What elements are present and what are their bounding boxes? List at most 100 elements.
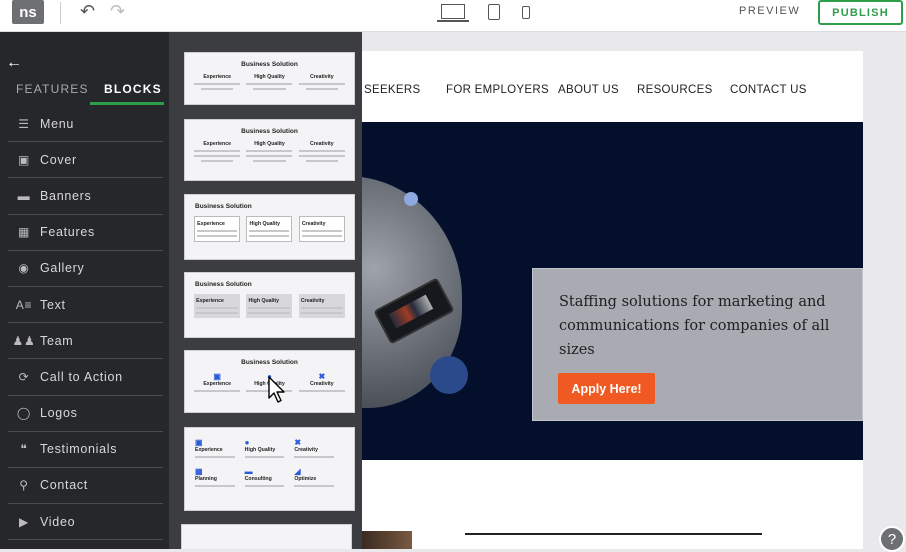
thumb-col: High Quality — [246, 74, 293, 90]
features-grid-icon: ▦ — [17, 225, 31, 240]
help-button[interactable]: ? — [879, 526, 905, 552]
block-thumbnail[interactable] — [181, 524, 352, 549]
block-thumbnail[interactable]: Business Solution Experience High Qualit… — [184, 119, 355, 181]
block-thumbnail[interactable]: Business Solution Experience High Qualit… — [184, 52, 355, 105]
thumb-col: Experience — [194, 74, 241, 90]
thumb-title: Business Solution — [241, 128, 298, 135]
briefcase-icon: ▣ — [213, 372, 221, 381]
thumb-col: Experience — [194, 141, 241, 162]
nav-link-about-us[interactable]: ABOUT US — [558, 84, 619, 96]
sidebar-item-label: Menu — [40, 116, 75, 131]
gear-icon: ● — [244, 438, 250, 447]
thumb-col: ✖ Creativity — [298, 372, 345, 392]
logos-icon: ◯ — [16, 406, 32, 421]
nav-link-for-employers[interactable]: FOR EMPLOYERS — [446, 84, 549, 96]
sidebar-item-testimonials[interactable]: ❝ Testimonials — [8, 432, 163, 468]
apply-button[interactable]: Apply Here! — [558, 373, 655, 404]
chart-icon: ◢ — [294, 467, 301, 476]
redo-icon[interactable]: ↷ — [110, 1, 125, 22]
tablet-view-icon[interactable] — [488, 4, 500, 20]
quote-icon: ❝ — [20, 442, 28, 457]
team-icon: ♟♟ — [12, 333, 36, 348]
tab-features[interactable]: FEATURES — [16, 82, 89, 96]
thumb-title: Business Solution — [241, 61, 298, 68]
sidebar-item-label: Features — [40, 225, 95, 240]
hero-section: Staffing solutions for marketing and com… — [362, 122, 863, 460]
block-category-list: ☰ Menu ▣ Cover ▬ Banners ▦ Features ◉ Gallery… — [8, 106, 163, 541]
briefcase-icon: ▣ — [195, 438, 203, 447]
sidebar-item-cover[interactable]: ▣ Cover — [8, 142, 163, 179]
nav-link-resources[interactable]: RESOURCES — [637, 84, 713, 96]
desktop-view-icon[interactable] — [437, 4, 469, 22]
block-thumbnail[interactable]: ▣ Experience ● High Quality ✖ Creativity ▦ P… — [184, 427, 355, 511]
video-icon: ▶ — [19, 514, 29, 529]
cta-icon: ⟳ — [18, 369, 30, 384]
active-tab-indicator — [90, 102, 164, 105]
thumb-grid-cell: ▣ Experience — [195, 438, 245, 458]
thumb-col: Creativity — [298, 141, 345, 162]
sidebar-item-label: Video — [40, 514, 76, 529]
thumb-title: Business Solution — [195, 203, 252, 210]
block-thumbnail[interactable]: Business Solution Experience High Qualit… — [184, 272, 355, 338]
mobile-view-icon[interactable] — [522, 6, 530, 19]
thumb-col: High Quality — [246, 294, 293, 318]
thumb-col: Experience — [194, 294, 241, 318]
sidebar-item-features[interactable]: ▦ Features — [8, 215, 163, 251]
tools-icon: ✖ — [318, 372, 326, 381]
thumb-grid-cell: ✖ Creativity — [294, 438, 344, 458]
calendar-icon: ▦ — [195, 467, 203, 476]
block-thumbnail[interactable]: Business Solution Experience High Qualit… — [184, 194, 355, 260]
sidebar-item-label: Gallery — [40, 261, 85, 276]
menu-icon: ☰ — [18, 116, 30, 131]
nav-link-seekers[interactable]: SEEKERS — [364, 84, 420, 96]
sidebar-item-menu[interactable]: ☰ Menu — [8, 106, 163, 143]
back-arrow-icon[interactable]: ← — [6, 54, 22, 72]
sidebar-item-text[interactable]: A≡ Text — [8, 287, 163, 324]
text-icon: A≡ — [15, 297, 33, 312]
mouse-cursor-icon — [268, 376, 285, 403]
tools-icon: ✖ — [294, 438, 302, 447]
nav-link-contact-us[interactable]: CONTACT US — [730, 84, 807, 96]
undo-icon[interactable]: ↶ — [80, 1, 95, 22]
banners-icon: ▬ — [17, 188, 31, 203]
decorative-circle — [430, 356, 468, 394]
sidebar-item-call-to-action[interactable]: ⟳ Call to Action — [8, 359, 163, 396]
publish-button[interactable]: PUBLISH — [818, 0, 903, 25]
location-pin-icon: ⚲ — [19, 478, 29, 493]
thumb-grid-cell: ◢ Optimize — [294, 467, 344, 487]
site-nav: SEEKERS FOR EMPLOYERS ABOUT US RESOURCES… — [362, 51, 863, 122]
thumb-grid-cell: ● High Quality — [244, 438, 295, 458]
sidebar-item-label: Banners — [40, 188, 92, 203]
thumb-col: Creativity — [298, 294, 345, 318]
page-canvas: SEEKERS FOR EMPLOYERS ABOUT US RESOURCES… — [362, 51, 863, 549]
chat-icon: ▬ — [244, 467, 253, 476]
preview-button[interactable]: PREVIEW — [739, 5, 800, 17]
sidebar-item-label: Team — [40, 333, 74, 348]
toolbar-divider — [60, 2, 61, 24]
thumb-col: High Quality — [246, 141, 293, 162]
sidebar-item-label: Call to Action — [40, 369, 123, 384]
sidebar-item-logos[interactable]: ◯ Logos — [8, 396, 163, 432]
blocks-sidebar: ← FEATURES BLOCKS ☰ Menu ▣ Cover ▬ Banners … — [0, 32, 169, 549]
sidebar-item-label: Testimonials — [40, 442, 118, 457]
thumb-col: High Quality — [246, 216, 293, 242]
camera-icon: ◉ — [18, 261, 30, 276]
section-divider — [465, 533, 762, 535]
block-thumbnail-panel: Business Solution Experience High Qualit… — [169, 32, 362, 549]
section-photo — [362, 531, 412, 549]
decorative-dot — [404, 192, 418, 206]
thumb-title: Business Solution — [241, 359, 298, 366]
sidebar-item-label: Text — [40, 297, 66, 312]
sidebar-item-video[interactable]: ▶ Video — [8, 504, 163, 541]
sidebar-item-label: Contact — [40, 478, 88, 493]
thumb-col: Creativity — [298, 74, 345, 90]
sidebar-item-team[interactable]: ♟♟ Team — [8, 323, 163, 360]
sidebar-item-banners[interactable]: ▬ Banners — [8, 178, 163, 215]
sidebar-item-gallery[interactable]: ◉ Gallery — [8, 251, 163, 287]
sidebar-item-label: Logos — [40, 406, 78, 421]
tab-blocks[interactable]: BLOCKS — [104, 82, 162, 96]
thumb-title: Business Solution — [195, 281, 252, 288]
top-toolbar: ns ↶ ↷ PREVIEW PUBLISH — [0, 0, 906, 32]
thumb-grid-cell: ▬ Consulting — [244, 467, 295, 487]
sidebar-item-contact[interactable]: ⚲ Contact — [8, 468, 163, 505]
